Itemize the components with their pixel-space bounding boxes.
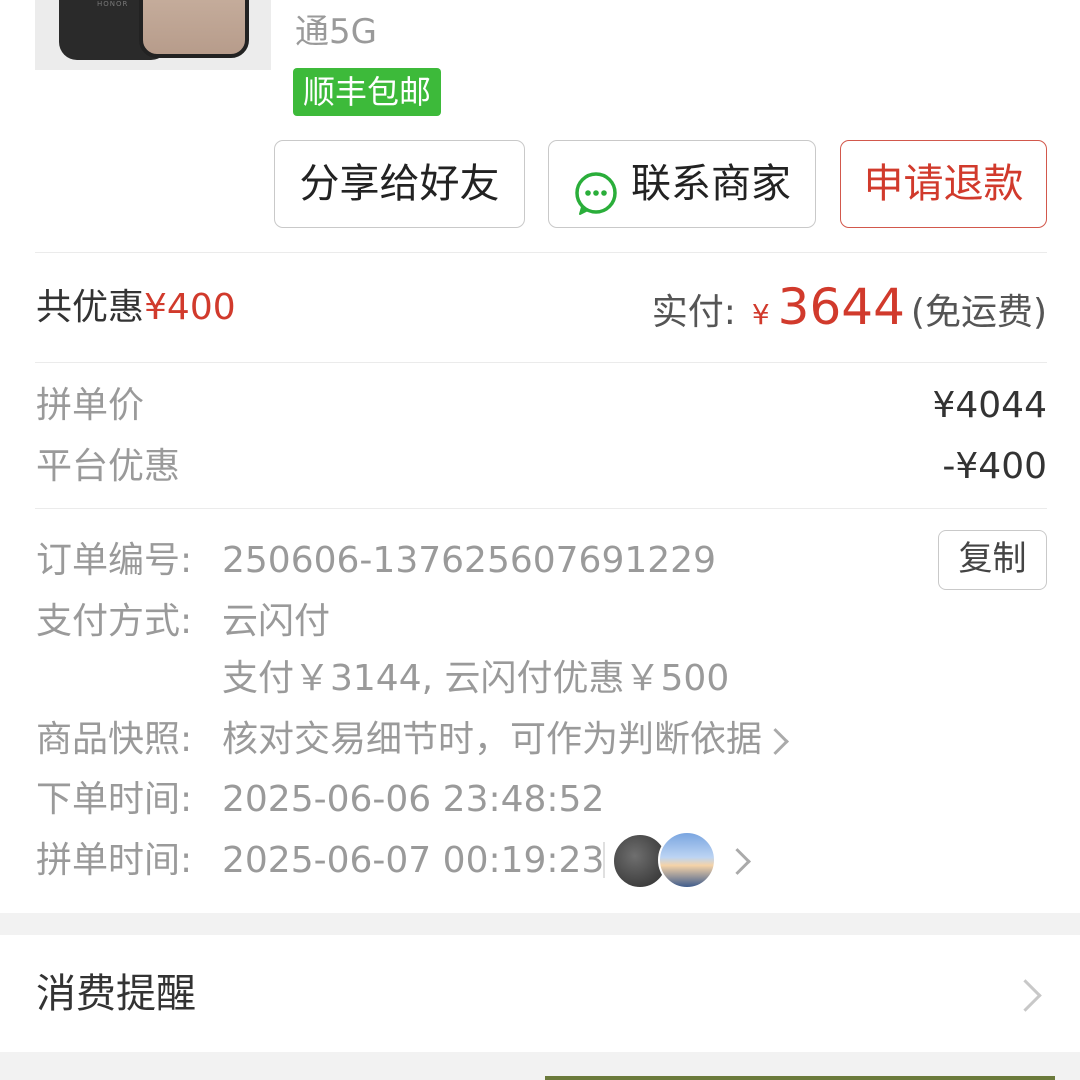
phone-front-image: [139, 0, 249, 58]
phone-brand-text: HONOR: [97, 0, 129, 8]
share-button[interactable]: 分享给好友: [274, 140, 525, 228]
order-time-label: 下单时间:: [36, 779, 193, 820]
snapshot-link[interactable]: 核对交易细节时，可作为判断依据: [222, 715, 789, 765]
avatar[interactable]: [658, 831, 716, 889]
chevron-right-icon: [762, 727, 789, 755]
vertical-divider: [603, 842, 605, 878]
total-discount-label: 共优惠: [36, 287, 145, 328]
paid-currency: ¥: [751, 298, 770, 331]
paid-label: 实付:: [651, 292, 736, 333]
group-price-value: ¥4044: [932, 385, 1047, 426]
consumption-reminder-label[interactable]: 消费提醒: [36, 968, 196, 1020]
order-time-value: 2025-06-06 23:48:52: [222, 779, 605, 820]
payment-detail: 支付￥3144, 云闪付优惠￥500: [222, 658, 730, 699]
payment-method-label: 支付方式:: [36, 601, 193, 642]
chevron-right-icon[interactable]: [1009, 979, 1042, 1012]
next-section-edge: [545, 1076, 1055, 1080]
product-thumbnail[interactable]: HONOR: [35, 0, 271, 70]
total-discount: 共优惠¥400: [36, 282, 236, 334]
snapshot-text: 核对交易细节时，可作为判断依据: [222, 719, 763, 760]
chevron-right-icon[interactable]: [724, 848, 751, 875]
order-number-value: 250606-137625607691229: [222, 540, 716, 581]
shipping-badge: 顺丰包邮: [293, 68, 442, 116]
chat-icon: [573, 161, 619, 215]
order-number-label: 订单编号:: [36, 540, 193, 581]
divider: [35, 362, 1047, 363]
refund-button[interactable]: 申请退款: [840, 140, 1047, 228]
copy-order-number-button[interactable]: 复制: [938, 530, 1047, 590]
group-time-value: 2025-06-07 00:19:23: [222, 840, 605, 881]
contact-merchant-button[interactable]: 联系商家: [548, 140, 816, 228]
divider: [35, 508, 1047, 509]
contact-merchant-label: 联系商家: [631, 161, 791, 207]
platform-discount-label: 平台优惠: [36, 446, 181, 487]
paid-note: (免运费): [910, 292, 1047, 333]
paid-amount-row: 实付: ¥ 3644 (免运费): [652, 278, 1047, 336]
product-title[interactable]: 通5G: [295, 12, 377, 52]
group-price-label: 拼单价: [36, 385, 145, 426]
snapshot-label: 商品快照:: [36, 719, 193, 760]
group-time-label: 拼单时间:: [36, 840, 193, 881]
section-separator: [0, 913, 1080, 935]
platform-discount-value: -¥400: [942, 446, 1047, 487]
total-discount-amount: ¥400: [144, 287, 236, 328]
paid-amount: 3644: [777, 278, 905, 336]
payment-method-value: 云闪付: [222, 601, 331, 642]
divider: [35, 252, 1047, 253]
